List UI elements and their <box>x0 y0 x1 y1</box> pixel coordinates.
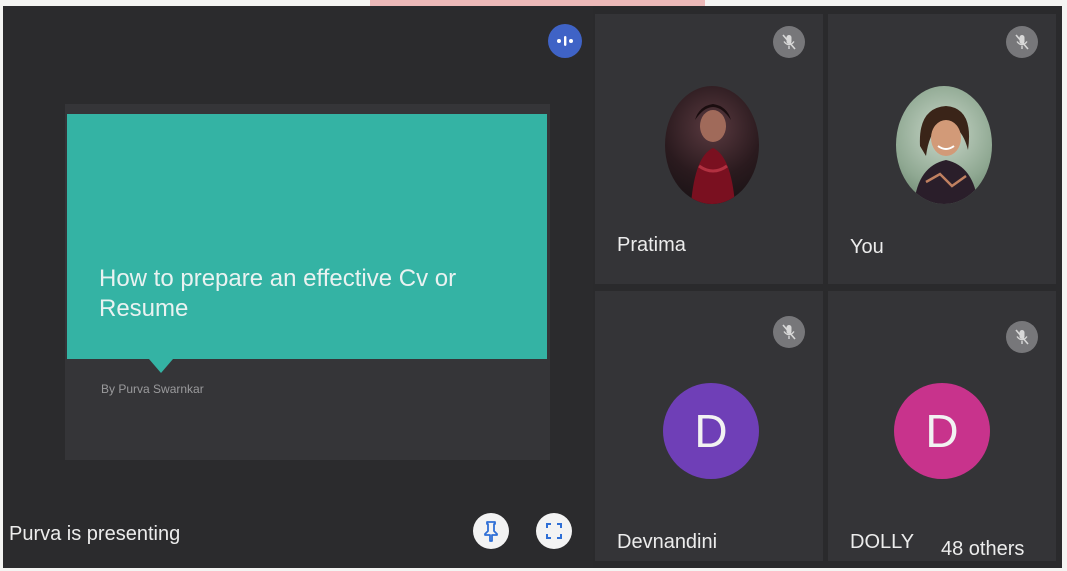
avatar: D <box>894 383 990 479</box>
meeting-window: How to prepare an effective Cv or Resume… <box>3 6 1062 568</box>
participant-tile[interactable]: D DOLLY <box>828 291 1056 561</box>
participant-tile[interactable]: D Devnandini <box>595 291 823 561</box>
presenting-label: Purva is presenting <box>9 523 181 545</box>
mic-off-icon <box>773 316 805 348</box>
participant-tile[interactable]: You <box>828 14 1056 284</box>
participant-tile[interactable]: Pratima <box>595 14 823 284</box>
participant-name: Devnandini <box>617 531 718 553</box>
avatar-initial: D <box>925 405 959 457</box>
avatar <box>665 86 759 204</box>
fullscreen-button[interactable] <box>536 513 572 549</box>
presentation-area[interactable]: How to prepare an effective Cv or Resume… <box>3 6 593 568</box>
participant-name: DOLLY <box>850 531 915 553</box>
slide-callout-pointer <box>149 359 173 373</box>
avatar-initial: D <box>694 405 728 457</box>
mic-off-icon <box>1006 321 1038 353</box>
mic-off-icon <box>1006 26 1038 58</box>
mic-off-icon <box>773 26 805 58</box>
slide-title: How to prepare an effective Cv or Resume <box>99 265 457 322</box>
fullscreen-icon <box>546 523 562 539</box>
pin-button[interactable] <box>473 513 509 549</box>
slide-author: By Purva Swarnkar <box>101 382 204 396</box>
audio-level-icon <box>548 24 582 58</box>
pin-icon <box>484 521 498 542</box>
avatar <box>896 86 992 204</box>
avatar: D <box>663 383 759 479</box>
others-count[interactable]: 48 others <box>941 538 1024 561</box>
participant-name: You <box>850 236 884 258</box>
participant-name: Pratima <box>617 234 686 256</box>
